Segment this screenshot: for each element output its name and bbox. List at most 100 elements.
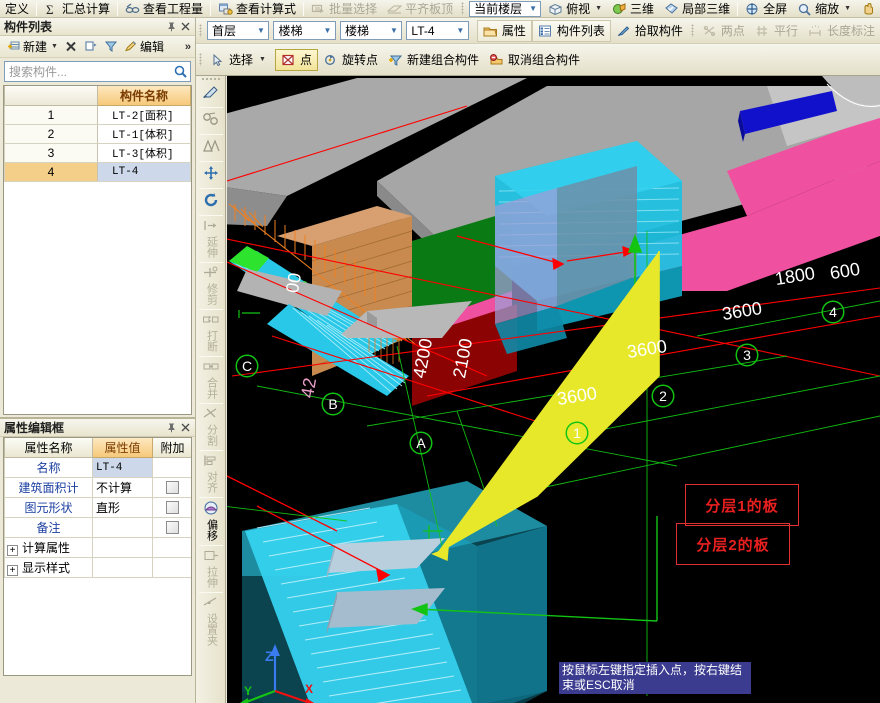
rotate-tool[interactable] — [196, 190, 225, 214]
delete-x-icon — [64, 40, 78, 54]
property-value[interactable]: 直形 — [92, 497, 153, 518]
table-row[interactable]: 3 LT-3[体积] — [4, 143, 191, 163]
toolbar-overflow-button[interactable]: » — [185, 41, 191, 53]
property-row-remark[interactable]: 备注 — [4, 517, 191, 538]
checkbox[interactable] — [166, 501, 179, 514]
arc-tool[interactable] — [196, 109, 225, 133]
two-point-button[interactable]: 两点 — [697, 20, 750, 42]
checkbox[interactable] — [166, 481, 179, 494]
toolbar-grip[interactable] — [199, 53, 202, 66]
category-select[interactable]: 楼梯 ▼ — [273, 21, 336, 40]
chevron-down-icon[interactable]: ▼ — [453, 22, 468, 39]
subcategory-select[interactable]: 楼梯 ▼ — [339, 21, 403, 40]
copy-component-button[interactable] — [81, 37, 101, 57]
length-dimension-button[interactable]: 长度标注 — [803, 20, 880, 42]
toolbar-grip[interactable] — [461, 2, 465, 15]
select-tool-button[interactable]: 选择 ▼ — [205, 49, 271, 71]
property-group-display[interactable]: + 显示样式 — [4, 557, 191, 578]
chevron-down-icon[interactable]: ▼ — [595, 5, 602, 12]
row-component-name[interactable]: LT-2[面积] — [97, 105, 191, 125]
menu-item-partial-three-d[interactable]: 局部三维 — [659, 0, 735, 17]
trim-tool[interactable]: 修剪 — [196, 264, 225, 308]
expand-icon[interactable]: + — [7, 565, 18, 576]
pick-component-button[interactable]: 拾取构件 — [611, 20, 688, 42]
menu-item-view-quantity[interactable]: 查看工程量 — [120, 0, 208, 17]
table-row[interactable]: 1 LT-2[面积] — [4, 105, 191, 125]
menu-label-batch-select: 批量选择 — [329, 2, 378, 16]
row-component-name[interactable]: LT-3[体积] — [97, 143, 191, 163]
chevron-down-icon[interactable]: ▼ — [51, 43, 58, 50]
row-component-name[interactable]: LT-1[体积] — [97, 124, 191, 144]
point-tool-button[interactable]: 点 — [274, 48, 318, 71]
search-input[interactable] — [5, 63, 170, 80]
property-group-calc[interactable]: + 计算属性 — [4, 537, 191, 558]
rotate-point-tool-button[interactable]: 旋转点 — [318, 49, 383, 71]
stretch-tool[interactable]: 拉伸 — [196, 547, 225, 591]
table-row[interactable]: 4 LT-4 — [4, 162, 191, 182]
menu-item-summary-calc[interactable]: Σ 汇总计算 — [39, 0, 115, 17]
property-row-building-area[interactable]: 建筑面积计 不计算 — [4, 477, 191, 498]
align-tool[interactable]: 对齐 — [196, 452, 225, 496]
length-dimension-icon — [808, 24, 823, 38]
break-tool[interactable]: 打断 — [196, 311, 225, 355]
pin-icon[interactable] — [164, 421, 178, 435]
delete-component-button[interactable] — [61, 37, 81, 57]
new-component-button[interactable]: 新建 ▼ — [4, 37, 61, 57]
close-icon[interactable] — [178, 20, 192, 34]
toolbar-grip[interactable] — [690, 24, 694, 37]
component-grid[interactable]: 构件名称 1 LT-2[面积] 2 LT-1[体积] 3 LT-3[体积] 4 … — [3, 85, 192, 415]
menu-item-three-d[interactable]: 三维 — [607, 0, 659, 17]
brush-tool[interactable] — [196, 82, 225, 106]
property-value[interactable]: LT-4 — [92, 457, 153, 478]
property-row-element-shape[interactable]: 图元形状 直形 — [4, 497, 191, 518]
menu-item-fullscreen[interactable]: 全屏 — [740, 0, 792, 17]
menu-item-top-view[interactable]: 俯视 ▼ — [543, 0, 607, 17]
menu-item-align-slab-top[interactable]: 平齐板顶 — [382, 0, 458, 17]
toolbar-row-selectors: 首层 ▼ 楼梯 ▼ 楼梯 ▼ LT-4 ▼ 属性 构件列表 拾取构件 两点 平行… — [196, 18, 880, 44]
parallel-button[interactable]: 平行 — [750, 20, 803, 42]
filter-component-button[interactable] — [101, 37, 121, 57]
row-component-name[interactable]: LT-4 — [97, 162, 191, 182]
menu-item-define[interactable]: 定义 — [0, 0, 34, 17]
chevron-down-icon[interactable]: ▼ — [386, 22, 401, 39]
offset-tool[interactable]: 偏移 — [196, 499, 225, 544]
merge-tool[interactable]: 合并 — [196, 358, 225, 402]
menu-item-view-formula[interactable]: 查看计算式 — [213, 0, 301, 17]
table-row[interactable]: 2 LT-1[体积] — [4, 124, 191, 144]
property-value[interactable]: 不计算 — [92, 477, 153, 498]
property-extra — [152, 557, 191, 578]
menu-item-extra[interactable] — [856, 0, 880, 17]
3d-viewport[interactable]: C B A 1 2 3 4 4200 2100 3600 3600 1800 6… — [227, 76, 880, 703]
property-value[interactable] — [92, 517, 153, 538]
filter-icon — [104, 40, 118, 54]
chevron-down-icon[interactable]: ▼ — [844, 5, 851, 12]
split-tool[interactable]: 分割 — [196, 405, 225, 449]
chevron-down-icon[interactable]: ▼ — [320, 22, 335, 39]
chevron-down-icon[interactable]: ▼ — [526, 2, 540, 16]
properties-button[interactable]: 属性 — [476, 19, 532, 42]
component-select[interactable]: LT-4 ▼ — [406, 21, 469, 40]
new-group-component-button[interactable]: 新建组合构件 — [383, 49, 484, 71]
chevron-down-icon[interactable]: ▼ — [253, 22, 268, 39]
mirror-tool[interactable] — [196, 136, 225, 160]
expand-icon[interactable]: + — [7, 545, 18, 556]
extend-tool[interactable]: 延伸 — [196, 217, 225, 261]
checkbox[interactable] — [166, 521, 179, 534]
close-icon[interactable] — [178, 421, 192, 435]
current-floor-combo[interactable]: 当前楼层 ▼ — [469, 0, 542, 17]
set-clamp-tool[interactable]: 设置夹 — [196, 594, 225, 649]
chevron-down-icon[interactable]: ▼ — [259, 56, 266, 63]
edit-component-button[interactable]: 编辑 — [121, 37, 167, 57]
move-tool[interactable] — [196, 163, 225, 187]
menu-item-zoom[interactable]: 缩放 ▼ — [792, 0, 856, 17]
component-list-button[interactable]: 构件列表 — [531, 19, 611, 42]
cancel-group-component-button[interactable]: 取消组合构件 — [484, 49, 585, 71]
search-component-box[interactable] — [4, 61, 191, 82]
property-row-name[interactable]: 名称 LT-4 — [4, 457, 191, 478]
toolbar-grip[interactable] — [199, 24, 202, 37]
menu-item-batch-select[interactable]: 批量选择 — [306, 0, 382, 17]
floor-select[interactable]: 首层 ▼ — [207, 21, 270, 40]
property-grid[interactable]: 属性名称 属性值 附加 名称 LT-4 建筑面积计 不计算 图元形状 直形 备注… — [3, 437, 192, 676]
pin-icon[interactable] — [164, 20, 178, 34]
search-icon[interactable] — [170, 62, 190, 81]
